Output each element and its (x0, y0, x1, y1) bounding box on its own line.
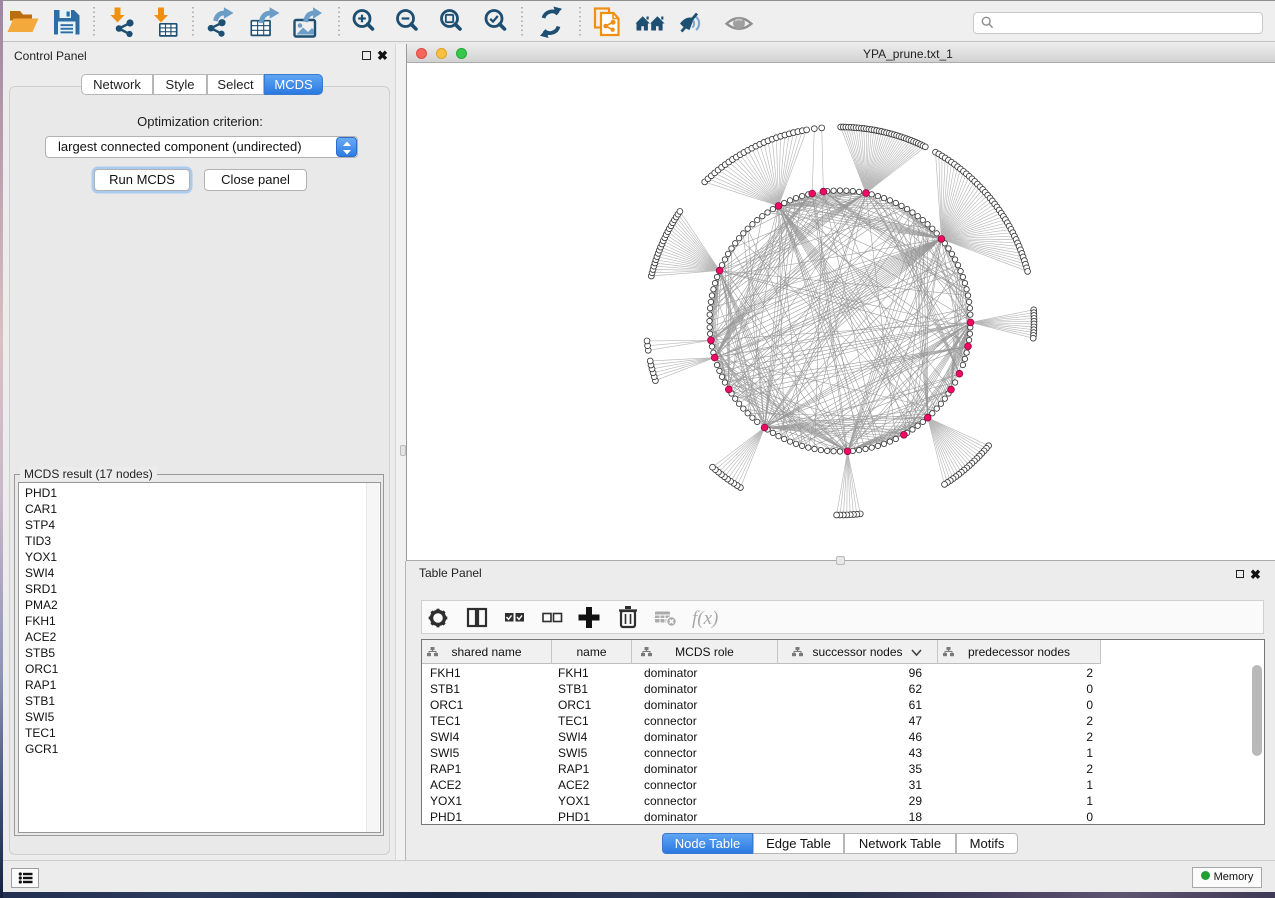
svg-text:f(x): f(x) (692, 608, 718, 629)
